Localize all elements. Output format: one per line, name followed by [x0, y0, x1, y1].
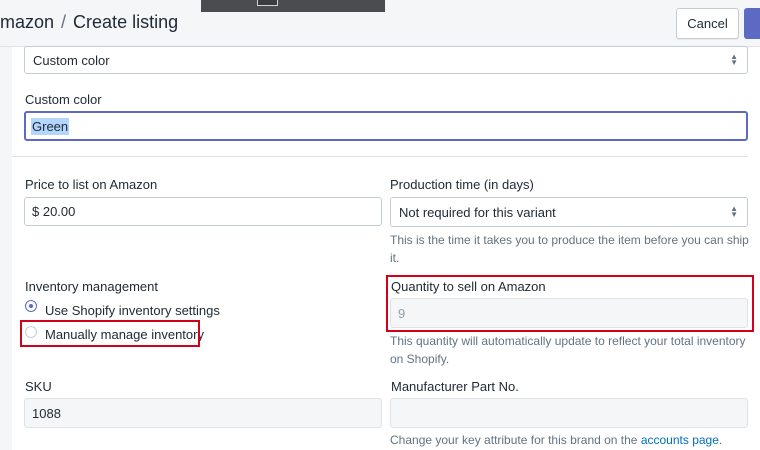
video-overlay-icon — [257, 0, 278, 6]
mpn-label: Manufacturer Part No. — [391, 379, 519, 394]
production-time-value: Not required for this variant — [399, 204, 556, 220]
sku-label: SKU — [25, 379, 52, 394]
select-arrows-icon: ▲ ▼ — [730, 52, 738, 67]
price-value: $ 20.00 — [32, 204, 76, 219]
breadcrumb-separator: / — [61, 12, 67, 32]
radio-manual-inventory[interactable] — [25, 326, 37, 338]
custom-color-input[interactable]: Green — [24, 111, 748, 141]
quantity-label: Quantity to sell on Amazon — [391, 279, 546, 294]
mpn-help: Change your key attribute for this brand… — [390, 431, 760, 449]
quantity-help: This quantity will automatically update … — [390, 334, 746, 366]
mpn-help-suffix: . — [718, 433, 723, 447]
cancel-button[interactable]: Cancel — [676, 8, 739, 39]
price-label: Price to list on Amazon — [25, 177, 158, 192]
section-divider — [12, 156, 748, 157]
breadcrumb-app-link[interactable]: mazon — [0, 12, 54, 32]
mpn-input[interactable] — [390, 398, 748, 428]
quantity-input[interactable]: 9 — [390, 298, 748, 328]
price-input[interactable]: $ 20.00 — [24, 197, 382, 226]
page-header: mazon / Create listing Cancel — [0, 0, 760, 47]
sku-value: 1088 — [32, 405, 61, 421]
save-button[interactable] — [744, 8, 760, 39]
color-select-value: Custom color — [33, 52, 110, 68]
production-time-select[interactable]: Not required for this variant ▲ ▼ — [390, 197, 748, 227]
select-arrows-icon: ▲ ▼ — [730, 204, 738, 219]
video-overlay-bar — [201, 0, 385, 12]
production-time-help: This is the time it takes you to produce… — [390, 233, 749, 265]
sku-input[interactable]: 1088 — [24, 398, 382, 428]
custom-color-label: Custom color — [25, 92, 102, 107]
custom-color-value: Green — [31, 117, 70, 135]
inventory-management-label: Inventory management — [25, 279, 158, 294]
radio-shopify-inventory-label[interactable]: Use Shopify inventory settings — [45, 303, 220, 318]
page-title: Create listing — [73, 12, 179, 32]
color-select[interactable]: Custom color ▲ ▼ — [24, 46, 748, 74]
breadcrumb: mazon / Create listing — [0, 12, 178, 33]
radio-shopify-inventory[interactable] — [25, 300, 37, 312]
quantity-value: 9 — [398, 305, 406, 321]
accounts-page-link[interactable]: accounts page — [641, 433, 719, 447]
mpn-help-prefix: Change your key attribute for this brand… — [390, 433, 638, 447]
radio-manual-inventory-label[interactable]: Manually manage inventory — [45, 327, 204, 342]
production-time-label: Production time (in days) — [390, 177, 534, 192]
